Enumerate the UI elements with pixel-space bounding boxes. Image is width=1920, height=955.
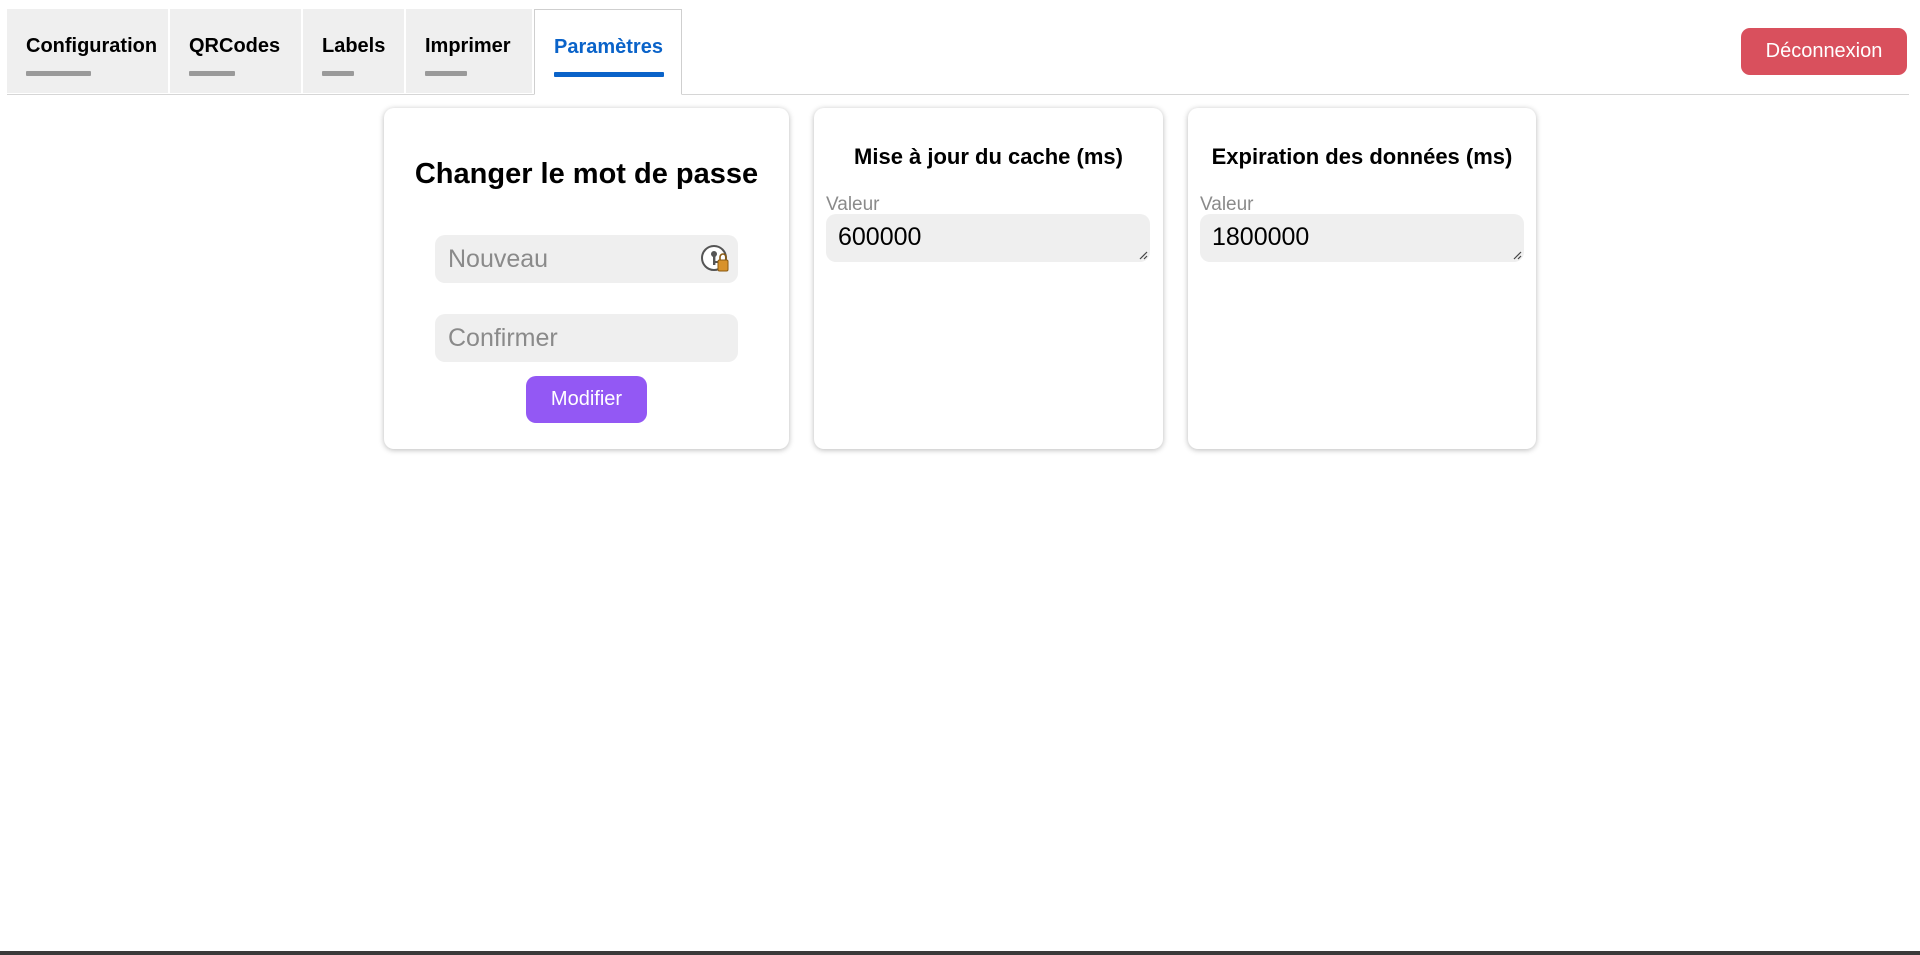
confirm-password-wrapper [435, 314, 738, 362]
resize-grip-icon[interactable] [1512, 250, 1522, 260]
cache-refresh-card: Mise à jour du cache (ms) Valeur 600000 [814, 108, 1163, 449]
logout-button[interactable]: Déconnexion [1741, 28, 1907, 75]
tab-label: Labels [322, 35, 386, 57]
cache-value-input[interactable]: 600000 [826, 214, 1150, 262]
tab-qrcodes[interactable]: QRCodes [170, 9, 301, 93]
password-card-title: Changer le mot de passe [414, 158, 759, 190]
tab-underline [189, 71, 235, 76]
tab-label: Imprimer [425, 35, 511, 57]
cache-card-title: Mise à jour du cache (ms) [854, 144, 1123, 169]
new-password-wrapper [435, 235, 738, 283]
top-navigation: Configuration QRCodes Labels Imprimer Pa… [7, 0, 1909, 95]
window-bottom-edge [0, 951, 1920, 955]
tab-bar: Configuration QRCodes Labels Imprimer Pa… [7, 9, 684, 95]
tab-parametres[interactable]: Paramètres [534, 9, 682, 95]
tab-configuration[interactable]: Configuration [7, 9, 168, 93]
tab-underline [554, 72, 664, 77]
password-manager-key-icon[interactable] [701, 245, 729, 273]
new-password-input[interactable] [435, 235, 738, 283]
expire-value-wrapper: 1800000 [1200, 214, 1524, 262]
tab-underline [425, 71, 467, 76]
cache-value-label: Valeur [826, 194, 880, 215]
modify-password-button[interactable]: Modifier [526, 376, 647, 423]
resize-grip-icon[interactable] [1138, 250, 1148, 260]
tab-underline [322, 71, 354, 76]
tab-label: Configuration [26, 35, 158, 57]
tab-underline [26, 71, 91, 76]
tab-label: Paramètres [554, 36, 663, 58]
tab-label: QRCodes [189, 35, 281, 57]
expire-value-input[interactable]: 1800000 [1200, 214, 1524, 262]
expire-value-label: Valeur [1200, 194, 1254, 215]
expire-card-title: Expiration des données (ms) [1211, 144, 1513, 169]
cache-value-wrapper: 600000 [826, 214, 1150, 262]
data-expiration-card: Expiration des données (ms) Valeur 18000… [1188, 108, 1536, 449]
tab-imprimer[interactable]: Imprimer [406, 9, 532, 93]
confirm-password-input[interactable] [435, 314, 738, 362]
password-card: Changer le mot de passe Modifier [384, 108, 789, 449]
tab-labels[interactable]: Labels [303, 9, 404, 93]
